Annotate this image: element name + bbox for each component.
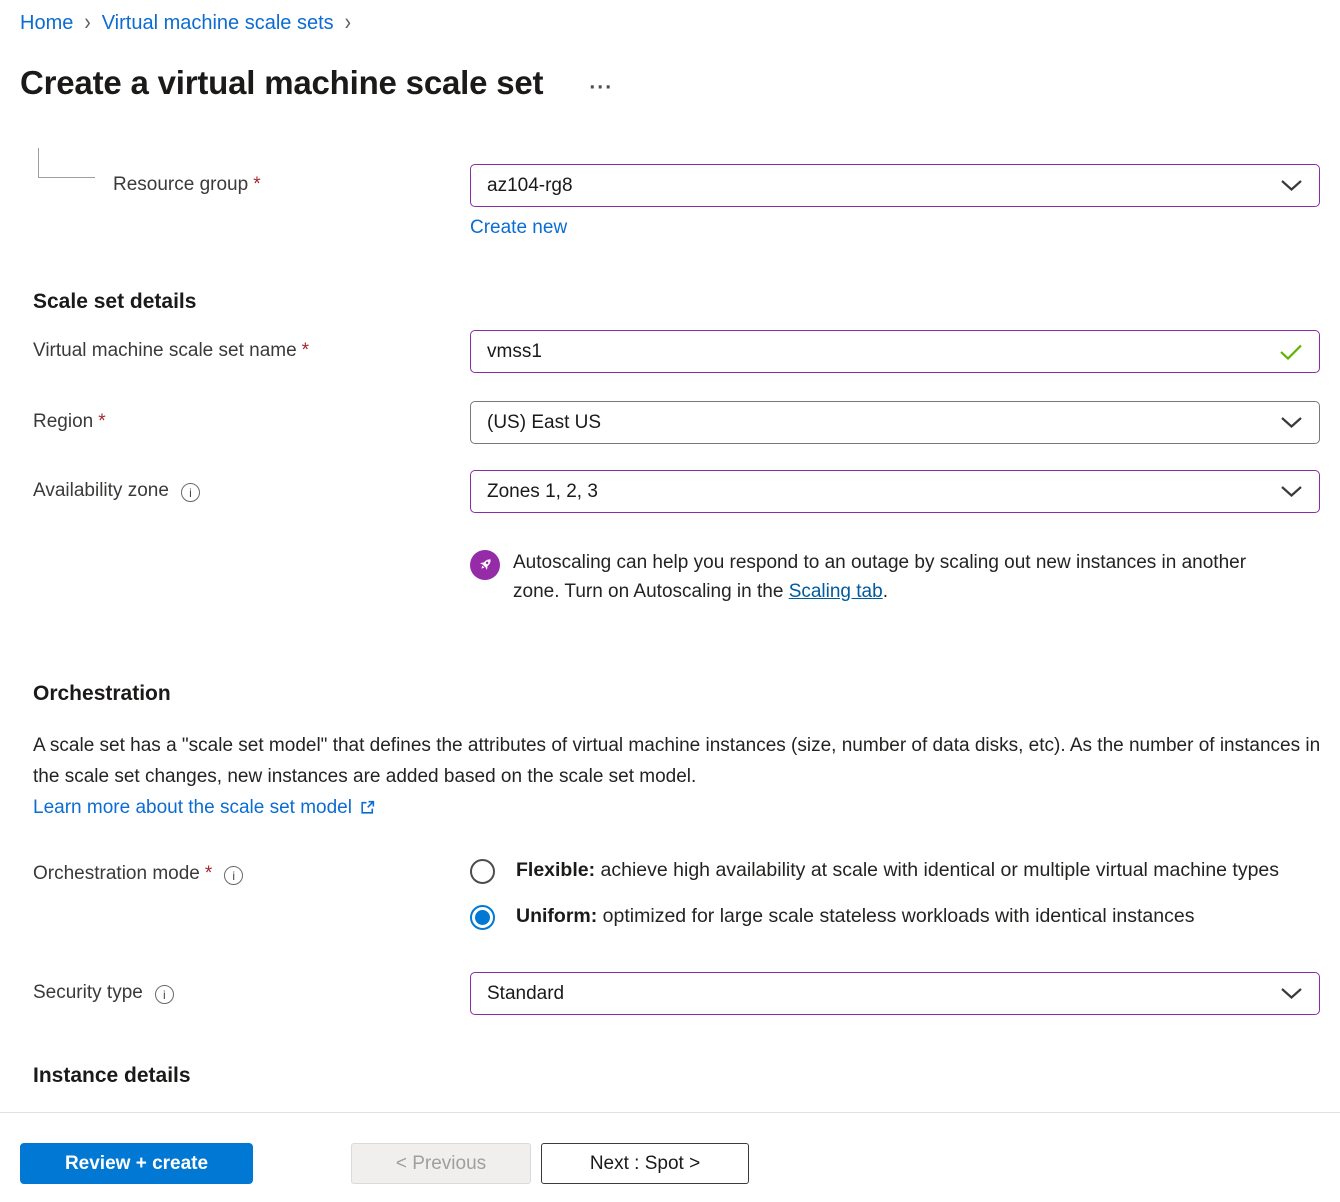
security-type-row: Security type i Standard	[33, 972, 1320, 1015]
availability-zone-value: Zones 1, 2, 3	[487, 481, 598, 503]
orchestration-mode-uniform-radio[interactable]: Uniform: optimized for large scale state…	[470, 901, 1320, 932]
previous-button[interactable]: < Previous	[351, 1143, 531, 1184]
flexible-option-name: Flexible:	[516, 859, 595, 881]
breadcrumb-vmss[interactable]: Virtual machine scale sets	[102, 10, 334, 36]
region-row: Region * (US) East US	[33, 401, 1320, 444]
orchestration-mode-row: Orchestration mode * i Flexible: achieve…	[33, 855, 1320, 932]
availability-zone-dropdown[interactable]: Zones 1, 2, 3	[470, 470, 1320, 513]
vmss-name-label: Virtual machine scale set name	[33, 340, 297, 362]
scaling-tab-link[interactable]: Scaling tab	[789, 581, 883, 602]
orchestration-mode-flexible-radio[interactable]: Flexible: achieve high availability at s…	[470, 855, 1320, 886]
breadcrumb-home[interactable]: Home	[20, 10, 73, 36]
resource-group-label: Resource group	[113, 174, 248, 196]
info-icon[interactable]: i	[181, 483, 200, 502]
availability-zone-label: Availability zone	[33, 480, 169, 502]
learn-more-label: Learn more about the scale set model	[33, 792, 352, 823]
security-type-value: Standard	[487, 983, 564, 1005]
resource-group-dropdown[interactable]: az104-rg8	[470, 164, 1320, 207]
orchestration-description: A scale set has a "scale set model" that…	[33, 730, 1325, 792]
checkmark-icon	[1279, 344, 1303, 360]
vmss-basics-form: Resource group * az104-rg8 Create new Sc…	[20, 164, 1320, 1089]
required-asterisk: *	[98, 411, 105, 433]
indent-connector-line	[38, 148, 95, 178]
breadcrumb-separator-icon: ›	[345, 7, 351, 40]
required-asterisk: *	[302, 340, 309, 362]
ellipsis-icon[interactable]: ···	[589, 76, 613, 100]
section-instance-details: Instance details	[33, 1063, 1320, 1089]
note-text-after: .	[883, 581, 888, 602]
autoscaling-note: Autoscaling can help you respond to an o…	[470, 548, 1320, 606]
uniform-option-description: optimized for large scale stateless work…	[603, 905, 1195, 927]
security-type-dropdown[interactable]: Standard	[470, 972, 1320, 1015]
resource-group-row: Resource group * az104-rg8 Create new	[33, 164, 1320, 240]
radio-unselected-icon[interactable]	[470, 859, 495, 884]
vmss-name-input[interactable]: vmss1	[470, 330, 1320, 373]
review-create-button[interactable]: Review + create	[20, 1143, 253, 1184]
autoscaling-note-text: Autoscaling can help you respond to an o…	[513, 548, 1258, 606]
vmss-name-value: vmss1	[487, 341, 542, 363]
availability-zone-row: Availability zone i Zones 1, 2, 3	[33, 470, 1320, 513]
chevron-down-icon	[1280, 179, 1303, 192]
rocket-icon	[470, 550, 500, 580]
breadcrumb-separator-icon: ›	[84, 7, 90, 40]
chevron-down-icon	[1280, 987, 1303, 1000]
page-title: Create a virtual machine scale set	[20, 60, 543, 106]
security-type-label: Security type	[33, 982, 143, 1004]
resource-group-value: az104-rg8	[487, 175, 573, 197]
orchestration-mode-label: Orchestration mode	[33, 863, 200, 885]
region-value: (US) East US	[487, 412, 601, 434]
create-vmss-page: Home › Virtual machine scale sets › Crea…	[0, 0, 1340, 1112]
title-row: Create a virtual machine scale set ···	[20, 60, 1320, 106]
chevron-down-icon	[1280, 416, 1303, 429]
create-new-link[interactable]: Create new	[470, 216, 567, 240]
breadcrumb: Home › Virtual machine scale sets ›	[20, 10, 1320, 36]
wizard-footer: Review + create < Previous Next : Spot >	[0, 1112, 1340, 1202]
info-icon[interactable]: i	[224, 866, 243, 885]
section-orchestration: Orchestration	[33, 681, 1320, 707]
chevron-down-icon	[1280, 485, 1303, 498]
next-spot-button[interactable]: Next : Spot >	[541, 1143, 749, 1184]
external-link-icon	[359, 799, 376, 816]
uniform-option-name: Uniform:	[516, 905, 597, 927]
info-icon[interactable]: i	[155, 985, 174, 1004]
radio-selected-icon[interactable]	[470, 905, 495, 930]
region-dropdown[interactable]: (US) East US	[470, 401, 1320, 444]
required-asterisk: *	[205, 863, 212, 885]
learn-more-link[interactable]: Learn more about the scale set model	[33, 792, 376, 823]
region-label: Region	[33, 411, 93, 433]
required-asterisk: *	[253, 174, 260, 196]
section-scale-set-details: Scale set details	[33, 289, 1320, 315]
vmss-name-row: Virtual machine scale set name * vmss1	[33, 330, 1320, 373]
flexible-option-description: achieve high availability at scale with …	[601, 859, 1280, 881]
